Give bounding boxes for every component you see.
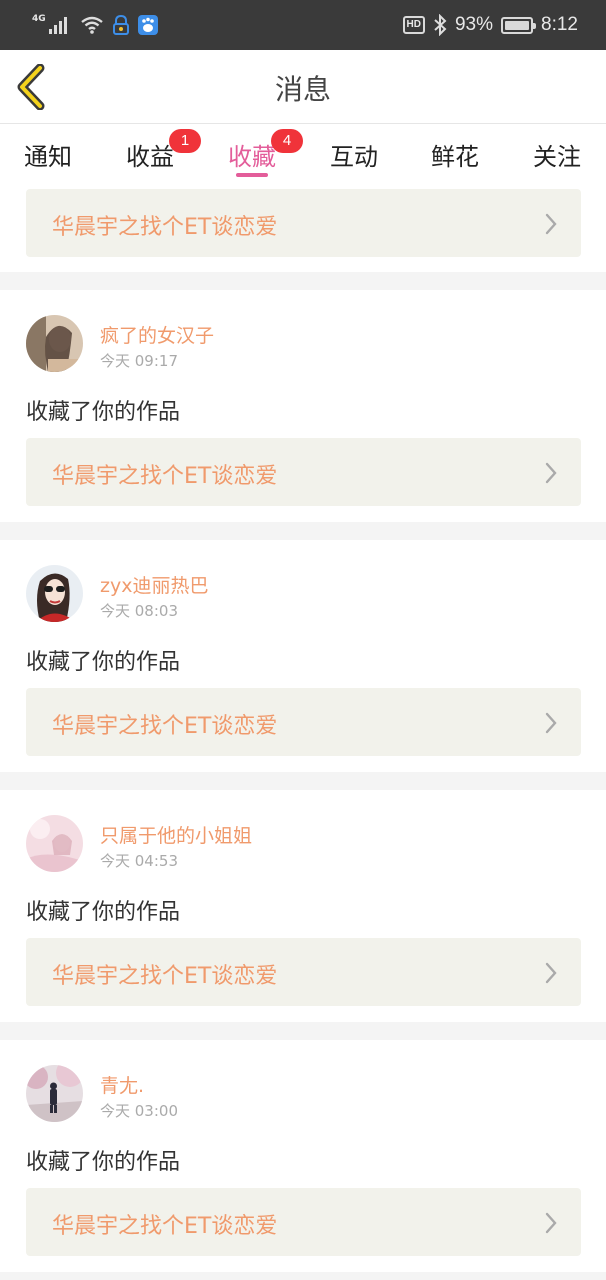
avatar[interactable] [26,815,83,872]
chevron-right-icon [545,462,557,484]
status-bar: 4G HD 93% 8:12 [0,0,606,50]
message-card: 只属于他的小姐姐 今天 04:53 收藏了你的作品 华晨宇之找个ET谈恋爱 [0,790,606,1022]
timestamp: 今天 08:03 [100,602,178,620]
avatar[interactable] [26,1065,83,1122]
action-text: 收藏了你的作品 [26,900,181,925]
timestamp: 今天 04:53 [100,852,178,870]
app-header: 消息 [0,50,606,124]
vpn-icon [112,15,129,35]
user-name[interactable]: zyx迪丽热巴 [100,571,208,598]
network-type: 4G [32,14,46,24]
work-title: 华晨宇之找个ET谈恋爱 [52,1214,278,1239]
message-list[interactable]: 华晨宇之找个ET谈恋爱 疯了的女汉子 今天 09:17 收藏了你的作品 华晨宇之… [0,180,606,1280]
message-card: 青尢. 今天 03:00 收藏了你的作品 华晨宇之找个ET谈恋爱 [0,1040,606,1272]
avatar[interactable] [26,315,83,372]
tab-interactions[interactable]: 互动 [330,137,378,172]
message-card: zyx迪丽热巴 今天 08:03 收藏了你的作品 华晨宇之找个ET谈恋爱 [0,540,606,772]
action-text: 收藏了你的作品 [26,650,181,675]
avatar[interactable] [26,565,83,622]
work-title: 华晨宇之找个ET谈恋爱 [52,964,278,989]
work-link[interactable]: 华晨宇之找个ET谈恋爱 [26,438,581,506]
battery-percent: 93% [454,14,494,35]
chevron-right-icon [545,962,557,984]
timestamp: 今天 03:00 [100,1102,178,1120]
work-link[interactable]: 华晨宇之找个ET谈恋爱 [26,1188,581,1256]
tab-favorites-label: 收藏 [228,143,276,171]
active-tab-indicator [236,173,268,177]
message-card: 疯了的女汉子 今天 09:17 收藏了你的作品 华晨宇之找个ET谈恋爱 [0,290,606,522]
tab-bar: 通知 收益 1 收藏 4 互动 鲜花 关注 [0,125,606,180]
wifi-icon [80,16,103,34]
baidu-paw-icon [137,15,158,35]
tab-earnings[interactable]: 收益 1 [126,129,201,172]
work-link[interactable]: 华晨宇之找个ET谈恋爱 [26,189,581,257]
tab-following[interactable]: 关注 [533,137,581,172]
work-title: 华晨宇之找个ET谈恋爱 [52,714,278,739]
message-card: 华晨宇之找个ET谈恋爱 [0,180,606,272]
unread-badge: 1 [169,129,201,153]
unread-badge: 4 [271,129,303,153]
chevron-right-icon [545,712,557,734]
status-right: HD 93% 8:12 [402,10,578,40]
user-name[interactable]: 疯了的女汉子 [100,321,214,348]
work-title: 华晨宇之找个ET谈恋爱 [52,215,278,240]
user-name[interactable]: 只属于他的小姐姐 [100,821,252,848]
action-text: 收藏了你的作品 [26,400,181,425]
tab-flowers[interactable]: 鲜花 [431,137,479,172]
bluetooth-icon [434,14,447,36]
chevron-right-icon [545,213,557,235]
user-name[interactable]: 青尢. [100,1071,144,1098]
hd-badge: HD [402,16,425,34]
timestamp: 今天 09:17 [100,352,178,370]
chevron-right-icon [545,1212,557,1234]
tab-earnings-label: 收益 [126,143,174,171]
tab-notifications[interactable]: 通知 [24,137,72,172]
status-left: 4G [32,10,158,40]
clock: 8:12 [541,14,578,35]
battery-icon [501,16,537,34]
signal-icon [48,17,67,34]
work-link[interactable]: 华晨宇之找个ET谈恋爱 [26,938,581,1006]
page-title: 消息 [274,73,331,106]
tab-favorites[interactable]: 收藏 4 [228,129,303,172]
action-text: 收藏了你的作品 [26,1150,181,1175]
work-title: 华晨宇之找个ET谈恋爱 [52,464,278,489]
work-link[interactable]: 华晨宇之找个ET谈恋爱 [26,688,581,756]
